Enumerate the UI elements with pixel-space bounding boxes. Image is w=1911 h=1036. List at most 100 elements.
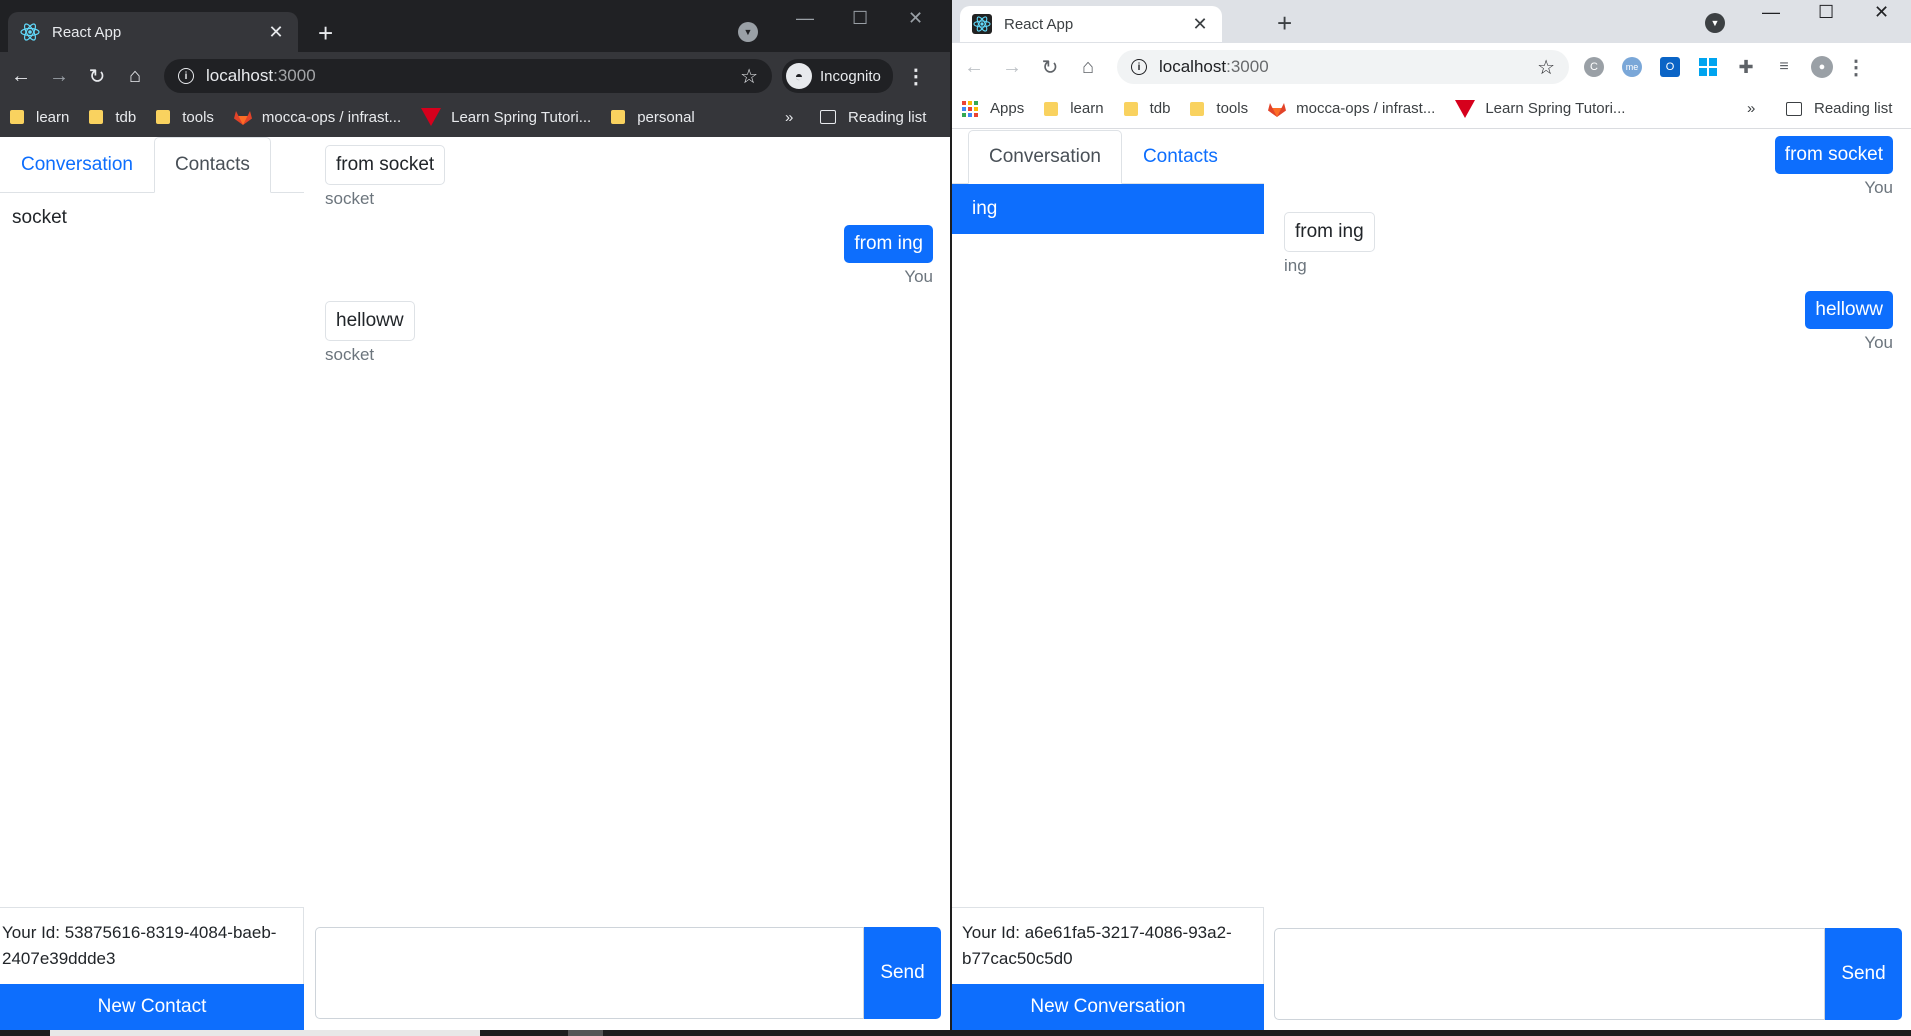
close-window-icon[interactable]: ✕: [908, 8, 923, 29]
media-queue-icon[interactable]: ≡: [1765, 57, 1803, 77]
message: helloww You: [1805, 291, 1893, 353]
extension-me-icon[interactable]: me: [1613, 57, 1651, 77]
reading-list[interactable]: Reading list: [1786, 100, 1892, 117]
taskbar-strip: [0, 1030, 1911, 1036]
maximize-icon[interactable]: ☐: [852, 8, 868, 29]
extensions-puzzle-icon[interactable]: ✚: [1727, 57, 1765, 77]
taskbar-segment: [50, 1030, 480, 1036]
reading-list[interactable]: Reading list: [820, 109, 926, 126]
conversation-item[interactable]: ing: [952, 184, 1264, 234]
bookmark-spring[interactable]: Learn Spring Tutori...: [1455, 99, 1625, 118]
folder-icon: [1123, 101, 1138, 116]
bookmark-tdb[interactable]: tdb: [89, 109, 136, 126]
spring-tutorial-icon: [421, 108, 442, 126]
extension-c-icon[interactable]: C: [1575, 57, 1613, 77]
bookmark-tools[interactable]: tools: [1190, 100, 1248, 117]
browser-menu-icon[interactable]: ⋮: [901, 64, 931, 89]
address-bar[interactable]: i localhost:3000 ☆: [1117, 50, 1569, 84]
send-button[interactable]: Send: [864, 927, 941, 1019]
forward-icon[interactable]: →: [40, 65, 78, 88]
bookmarks-overflow[interactable]: »: [1747, 100, 1755, 117]
reading-list-icon: [1786, 101, 1802, 116]
address-bar[interactable]: i localhost:3000 ☆: [164, 59, 772, 93]
message: from ing ing: [1284, 212, 1375, 276]
reading-list-icon: [820, 110, 836, 124]
bookmark-gitlab[interactable]: mocca-ops / infrast...: [233, 109, 401, 126]
bookmark-tdb[interactable]: tdb: [1123, 100, 1170, 117]
home-icon[interactable]: ⌂: [1069, 56, 1107, 79]
incognito-badge[interactable]: ◓ Incognito: [782, 59, 893, 93]
home-icon[interactable]: ⌂: [116, 65, 154, 88]
bookmarks-overflow[interactable]: »: [785, 109, 793, 126]
message-input[interactable]: [315, 927, 864, 1019]
browser-tab[interactable]: React App ✕: [960, 6, 1222, 42]
tab-contacts[interactable]: Contacts: [1122, 130, 1239, 184]
react-logo-icon: [20, 22, 40, 42]
folder-icon: [10, 110, 24, 124]
tab-conversation[interactable]: Conversation: [968, 130, 1122, 184]
new-contact-button[interactable]: New Contact: [0, 984, 304, 1030]
tab-search-icon[interactable]: ▼: [738, 22, 758, 42]
bookmark-star-icon[interactable]: ☆: [1537, 55, 1555, 80]
folder-icon: [89, 110, 104, 124]
new-tab-icon[interactable]: +: [1277, 8, 1292, 39]
minimize-icon[interactable]: —: [1762, 2, 1780, 23]
back-icon[interactable]: ←: [2, 65, 40, 88]
new-tab-icon[interactable]: +: [318, 18, 333, 49]
url-host: localhost: [206, 66, 274, 85]
bookmark-learn[interactable]: learn: [1044, 100, 1104, 117]
forward-icon[interactable]: →: [993, 56, 1031, 79]
incognito-browser-window: React App ✕ + ▼ — ☐ ✕ ← → ↻ ⌂ i localhos…: [0, 0, 950, 1030]
browser-toolbar: ← → ↻ ⌂ i localhost:3000 ☆ C me O ✚ ≡ ● …: [952, 43, 1911, 91]
tab-contacts[interactable]: Contacts: [153, 137, 271, 193]
close-tab-icon[interactable]: ✕: [266, 22, 286, 43]
message: from ing You: [844, 225, 933, 287]
outlook-icon[interactable]: O: [1651, 57, 1689, 77]
bookmark-tools[interactable]: tools: [156, 109, 214, 126]
message-composer: Send: [1274, 928, 1902, 1020]
react-app: Conversation Contacts socket Your Id: 53…: [0, 137, 950, 1030]
tab-search-icon[interactable]: ▼: [1705, 13, 1725, 33]
conversations-panel: ing: [952, 184, 1264, 907]
bookmark-learn[interactable]: learn: [10, 109, 69, 126]
back-icon[interactable]: ←: [955, 56, 993, 79]
contacts-panel: socket: [0, 193, 304, 907]
message-bubble: from ing: [1284, 212, 1375, 252]
message-sender: You: [1864, 333, 1893, 352]
message-input[interactable]: [1274, 928, 1825, 1020]
profile-avatar-icon[interactable]: ●: [1803, 56, 1841, 78]
tab-title: React App: [1004, 15, 1074, 33]
windows-icon[interactable]: [1689, 58, 1727, 76]
browser-toolbar: ← → ↻ ⌂ i localhost:3000 ☆ ◓ Incognito ⋮: [0, 52, 950, 100]
bookmark-personal[interactable]: personal: [611, 109, 695, 126]
message-bubble: helloww: [325, 301, 415, 341]
message-bubble: from socket: [1774, 136, 1893, 174]
browser-menu-icon[interactable]: ⋮: [1841, 55, 1871, 80]
new-conversation-button[interactable]: New Conversation: [952, 984, 1264, 1030]
react-logo-icon: [972, 14, 992, 34]
minimize-icon[interactable]: —: [796, 8, 814, 29]
reload-icon[interactable]: ↻: [78, 64, 116, 89]
bookmark-spring[interactable]: Learn Spring Tutori...: [421, 108, 591, 126]
send-button[interactable]: Send: [1825, 928, 1902, 1020]
close-window-icon[interactable]: ✕: [1874, 2, 1889, 23]
message-sender: ing: [1284, 256, 1307, 275]
gitlab-icon: [1268, 102, 1287, 117]
apps-grid-icon: [962, 100, 978, 117]
contact-item[interactable]: socket: [0, 193, 304, 243]
message: from socket You: [1774, 136, 1893, 198]
bookmark-gitlab[interactable]: mocca-ops / infrast...: [1268, 100, 1435, 117]
tab-conversation[interactable]: Conversation: [0, 137, 154, 193]
incognito-label: Incognito: [820, 67, 881, 85]
reload-icon[interactable]: ↻: [1031, 55, 1069, 80]
site-info-icon[interactable]: i: [1131, 59, 1147, 75]
bookmark-apps[interactable]: Apps: [962, 100, 1024, 117]
bookmark-star-icon[interactable]: ☆: [740, 64, 758, 89]
maximize-icon[interactable]: ☐: [1818, 2, 1834, 23]
url-port: :3000: [273, 66, 316, 85]
browser-tab[interactable]: React App ✕: [8, 12, 298, 52]
your-id-label: Your Id: 53875616-8319-4084-baeb-2407e39…: [0, 907, 304, 984]
message-bubble: from ing: [844, 225, 933, 263]
site-info-icon[interactable]: i: [178, 68, 194, 84]
close-tab-icon[interactable]: ✕: [1190, 14, 1210, 35]
